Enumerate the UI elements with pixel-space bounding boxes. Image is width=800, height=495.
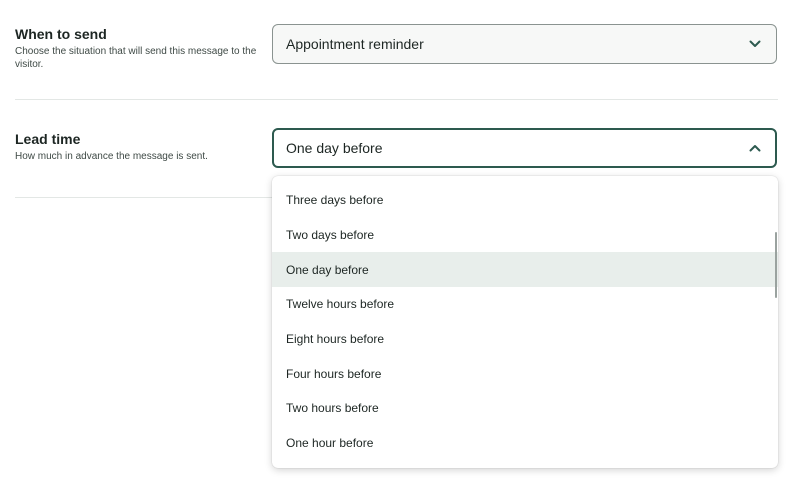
lead-time-select[interactable]: One day before	[272, 128, 777, 168]
chevron-up-icon	[747, 140, 763, 156]
lead-time-option[interactable]: Twelve hours before	[272, 287, 778, 322]
lead-time-options-list: Three days before Two days before One da…	[272, 176, 778, 461]
lead-time-option[interactable]: Three days before	[272, 183, 778, 218]
chevron-down-icon	[747, 36, 763, 52]
dropdown-scrollbar[interactable]	[775, 232, 777, 298]
when-to-send-select-value: Appointment reminder	[286, 36, 424, 52]
when-to-send-description: Choose the situation that will send this…	[15, 46, 257, 70]
when-to-send-title: When to send	[15, 26, 107, 42]
lead-time-option[interactable]: One hour before	[272, 426, 778, 461]
lead-time-option[interactable]: Eight hours before	[272, 322, 778, 357]
when-to-send-select[interactable]: Appointment reminder	[272, 24, 777, 64]
lead-time-option-selected[interactable]: One day before	[272, 252, 778, 288]
lead-time-title: Lead time	[15, 131, 81, 147]
lead-time-select-value: One day before	[286, 140, 383, 156]
lead-time-option[interactable]: Two days before	[272, 218, 778, 253]
lead-time-dropdown[interactable]: Three days before Two days before One da…	[272, 176, 778, 468]
lead-time-option[interactable]: Two hours before	[272, 391, 778, 426]
lead-time-option[interactable]: Four hours before	[272, 356, 778, 391]
divider	[15, 99, 778, 100]
message-settings-page: When to send Choose the situation that w…	[0, 0, 800, 495]
lead-time-description: How much in advance the message is sent.	[15, 151, 208, 162]
